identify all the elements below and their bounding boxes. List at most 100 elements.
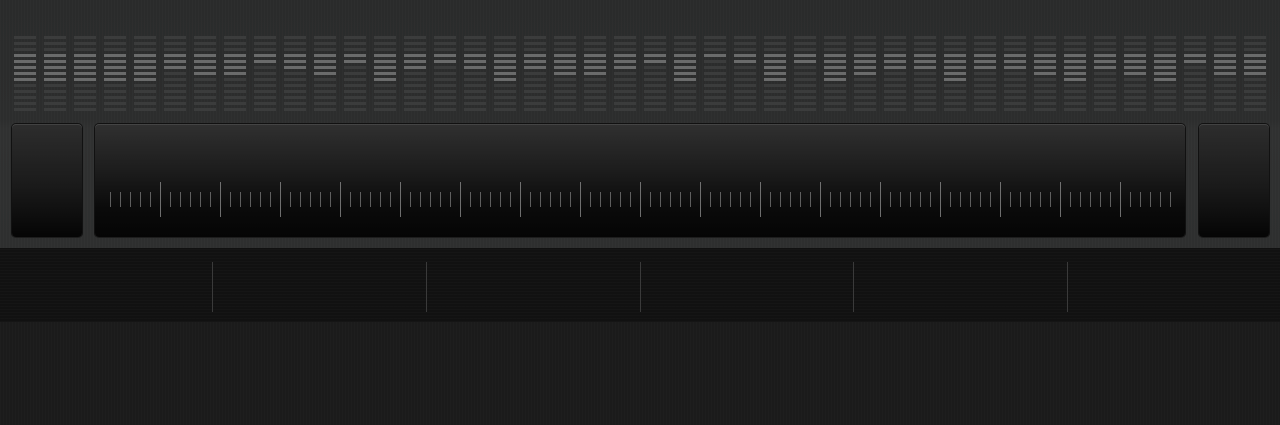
meter-segment — [854, 108, 876, 111]
meter-segment — [1244, 36, 1266, 39]
meter-segment — [464, 90, 486, 93]
meter-segment — [74, 72, 96, 75]
meter-segment — [1004, 90, 1026, 93]
meter-segment — [974, 72, 996, 75]
level-meter — [1034, 34, 1056, 118]
meter-segment — [1034, 66, 1056, 69]
meter-segment — [1064, 54, 1086, 57]
meter-segment — [14, 48, 36, 51]
meter-segment — [854, 54, 876, 57]
meter-segment — [1124, 54, 1146, 57]
meter-segment — [1094, 48, 1116, 51]
meter-segment — [674, 84, 696, 87]
meter-segment — [674, 36, 696, 39]
meter-segment — [584, 36, 606, 39]
meter-segment — [464, 60, 486, 63]
meter-segment — [494, 36, 516, 39]
meter-segment — [854, 84, 876, 87]
meter-segment — [194, 66, 216, 69]
meter-segment — [674, 78, 696, 81]
meter-segment — [824, 42, 846, 45]
level-meter — [1214, 34, 1236, 118]
meter-segment — [554, 42, 576, 45]
level-meter — [764, 34, 786, 118]
meter-segment — [464, 66, 486, 69]
meter-segment — [164, 90, 186, 93]
transport-right-button[interactable] — [1199, 124, 1269, 237]
meter-segment — [374, 72, 396, 75]
meter-segment — [824, 36, 846, 39]
meter-segment — [1184, 60, 1206, 63]
meter-segment — [644, 48, 666, 51]
meter-segment — [134, 36, 156, 39]
level-meter — [314, 34, 336, 118]
meter-segment — [1154, 66, 1176, 69]
meter-segment — [1214, 96, 1236, 99]
meter-segment — [464, 72, 486, 75]
meter-segment — [464, 48, 486, 51]
meter-segment — [344, 54, 366, 57]
meter-segment — [1034, 54, 1056, 57]
level-meter — [134, 34, 156, 118]
meter-segment — [824, 90, 846, 93]
meter-segment — [1064, 96, 1086, 99]
meter-segment — [494, 42, 516, 45]
meter-segment — [524, 78, 546, 81]
meter-segment — [524, 48, 546, 51]
meter-segment — [1094, 66, 1116, 69]
meter-segment — [734, 84, 756, 87]
meter-segment — [14, 66, 36, 69]
meter-segment — [854, 78, 876, 81]
meter-segment — [434, 90, 456, 93]
timeline-track[interactable] — [0, 248, 1280, 322]
meter-segment — [194, 102, 216, 105]
meter-segment — [1034, 36, 1056, 39]
meter-segment — [644, 102, 666, 105]
meter-segment — [224, 78, 246, 81]
meter-segment — [1124, 84, 1146, 87]
meter-segment — [794, 48, 816, 51]
meter-segment — [134, 72, 156, 75]
meter-segment — [74, 66, 96, 69]
meter-segment — [1004, 42, 1026, 45]
meter-segment — [974, 78, 996, 81]
timeline-ruler-scrubber[interactable] — [95, 124, 1185, 237]
meter-segment — [194, 78, 216, 81]
meter-segment — [524, 66, 546, 69]
level-meter — [1244, 34, 1266, 118]
meter-segment — [974, 96, 996, 99]
meter-segment — [524, 84, 546, 87]
meter-segment — [1184, 108, 1206, 111]
meter-segment — [404, 96, 426, 99]
meter-segment — [974, 66, 996, 69]
transport-left-button[interactable] — [12, 124, 82, 237]
meter-segment — [884, 72, 906, 75]
level-meter — [434, 34, 456, 118]
meter-segment — [674, 90, 696, 93]
meter-segment — [464, 108, 486, 111]
meter-segment — [944, 54, 966, 57]
meter-segment — [224, 102, 246, 105]
level-meter — [734, 34, 756, 118]
meter-segment — [764, 54, 786, 57]
meter-segment — [1034, 48, 1056, 51]
level-meter — [704, 34, 726, 118]
meter-segment — [1244, 48, 1266, 51]
meter-segment — [254, 60, 276, 63]
meter-segment — [914, 54, 936, 57]
meter-segment — [1094, 36, 1116, 39]
app-window — [0, 0, 1280, 425]
meter-segment — [1034, 42, 1056, 45]
level-meter — [1154, 34, 1176, 118]
meter-segment — [1094, 72, 1116, 75]
meter-segment — [734, 54, 756, 57]
meter-segment — [74, 84, 96, 87]
meter-segment — [344, 78, 366, 81]
meter-segment — [734, 108, 756, 111]
meter-segment — [404, 84, 426, 87]
meter-segment — [1064, 84, 1086, 87]
meter-segment — [584, 102, 606, 105]
meter-segment — [584, 60, 606, 63]
meter-segment — [254, 102, 276, 105]
level-meter — [554, 34, 576, 118]
